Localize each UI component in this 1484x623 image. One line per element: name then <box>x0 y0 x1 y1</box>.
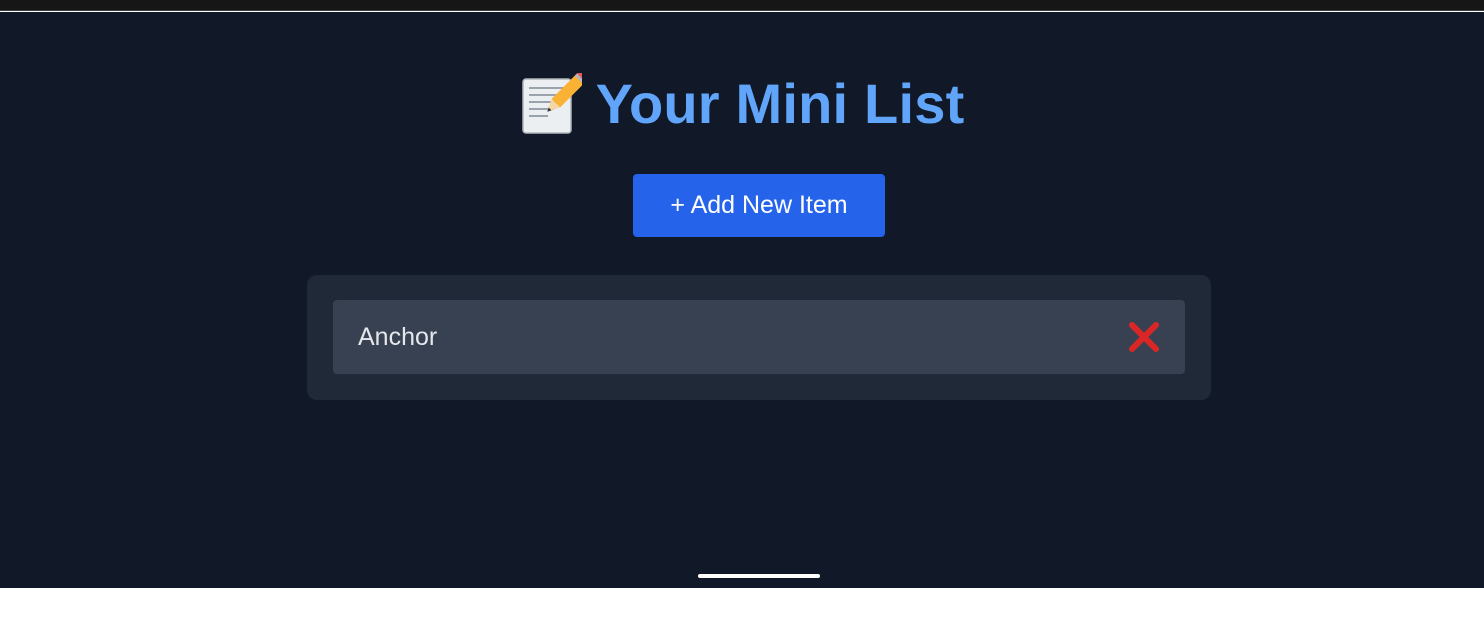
add-new-item-button[interactable]: + Add New Item <box>633 174 885 237</box>
list-item: Anchor <box>333 300 1185 374</box>
list-item-label: Anchor <box>358 323 438 351</box>
cross-mark-icon <box>1127 322 1161 357</box>
browser-top-strip <box>0 0 1484 11</box>
delete-item-button[interactable] <box>1127 320 1161 354</box>
list-panel: Anchor <box>307 275 1211 400</box>
app-container: Your Mini List + Add New Item Anchor <box>0 12 1484 588</box>
memo-pencil-icon <box>520 69 590 135</box>
title-text: Your Mini List <box>595 72 965 135</box>
home-indicator <box>698 574 820 578</box>
page-title: Your Mini List <box>0 69 1484 136</box>
